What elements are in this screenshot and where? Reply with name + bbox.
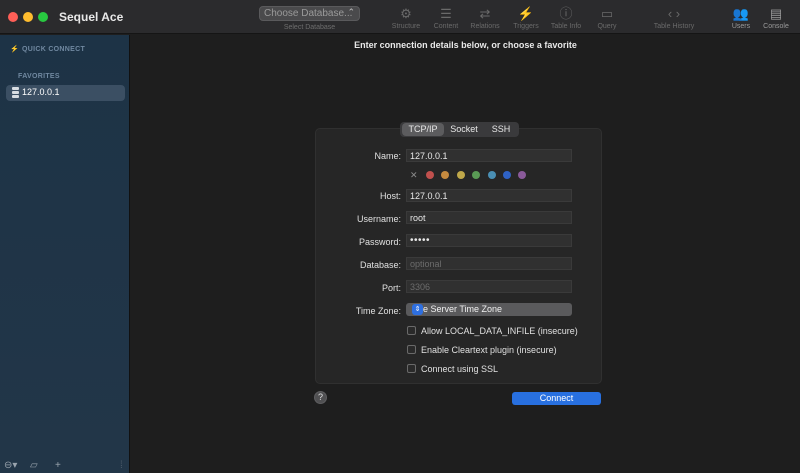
timezone-value: Use Server Time Zone: [412, 304, 503, 314]
quick-connect-label: QUICK CONNECT: [22, 46, 86, 53]
color-swatch-blue[interactable]: [503, 171, 511, 179]
color-swatch-yellow[interactable]: [457, 171, 465, 179]
toolbar-console-label: Console: [763, 23, 789, 30]
color-swatch-purple[interactable]: [518, 171, 526, 179]
history-arrows-icon: ‹ ›: [667, 6, 681, 21]
color-swatch-red[interactable]: [426, 171, 434, 179]
tab-tcp-ip[interactable]: TCP/IP: [402, 123, 444, 136]
connection-type-tabs: TCP/IP Socket SSH: [400, 122, 519, 137]
database-placeholder: optional: [410, 259, 442, 269]
bolt-icon: ⚡: [10, 46, 20, 53]
chevron-updown-icon: ⇕: [412, 304, 423, 315]
ssl-label: Connect using SSL: [421, 364, 499, 374]
toolbar-structure-label: Structure: [391, 23, 421, 30]
table-history-label: Table History: [653, 23, 695, 30]
name-value: 127.0.0.1: [410, 151, 448, 161]
database-icon: [12, 87, 19, 98]
content-icon: ☰: [440, 6, 452, 21]
favorite-item[interactable]: 127.0.0.1: [6, 85, 125, 101]
quick-connect[interactable]: ⚡ QUICK CONNECT: [10, 45, 85, 53]
zoom-window-button[interactable]: [38, 12, 48, 22]
username-label: Username:: [356, 214, 401, 224]
toolbar-relations[interactable]: ⇄ Relations: [464, 5, 506, 30]
close-window-button[interactable]: [8, 12, 18, 22]
toolbar-content-label: Content: [433, 23, 459, 30]
port-placeholder: 3306: [410, 282, 431, 292]
no-color-icon[interactable]: ✕: [410, 170, 418, 181]
cleartext-plugin-label: Enable Cleartext plugin (insecure): [421, 345, 557, 355]
connect-button[interactable]: Connect: [512, 392, 601, 405]
toolbar-console[interactable]: ▤ Console: [755, 5, 797, 30]
toolbar-relations-label: Relations: [470, 23, 500, 30]
toolbar-triggers[interactable]: ⚡ Triggers: [505, 5, 547, 30]
ssl-checkbox[interactable]: [407, 364, 416, 373]
timezone-select[interactable]: Use Server Time Zone ⇕: [406, 303, 572, 316]
color-swatch-green[interactable]: [472, 171, 480, 179]
chevron-updown-icon: ⌃: [347, 7, 355, 17]
toolbar-table-info-label: Table Info: [550, 23, 582, 30]
table-history[interactable]: ‹ › Table History: [648, 5, 700, 30]
add-favorite-icon[interactable]: +: [55, 460, 61, 471]
sidebar-bottom-bar: ⊖▾ ▱ + ⁞: [0, 458, 130, 473]
local-data-infile-label: Allow LOCAL_DATA_INFILE (insecure): [421, 326, 578, 336]
structure-icon: ⚙: [400, 6, 412, 21]
name-field[interactable]: 127.0.0.1: [406, 149, 572, 162]
page-title: Enter connection details below, or choos…: [354, 40, 577, 50]
port-label: Port:: [381, 283, 401, 293]
host-label: Host:: [379, 191, 401, 201]
toolbar-table-info[interactable]: ⓘ Table Info: [545, 5, 587, 30]
username-value: root: [410, 213, 426, 223]
gear-menu-icon[interactable]: ⊖▾: [4, 460, 17, 471]
database-select[interactable]: Choose Database... ⌃: [259, 6, 360, 21]
database-select-caption: Select Database: [283, 24, 336, 31]
new-folder-icon[interactable]: ▱: [30, 460, 38, 471]
password-field[interactable]: •••••: [406, 234, 572, 247]
cleartext-plugin-checkbox[interactable]: [407, 345, 416, 354]
password-value: •••••: [410, 235, 431, 246]
toolbar-triggers-label: Triggers: [513, 23, 539, 30]
toolbar-content[interactable]: ☰ Content: [425, 5, 467, 30]
info-icon: ⓘ: [559, 6, 573, 21]
color-swatch-orange[interactable]: [441, 171, 449, 179]
triggers-icon: ⚡: [517, 6, 535, 21]
password-label: Password:: [358, 237, 401, 247]
toolbar-structure[interactable]: ⚙ Structure: [385, 5, 427, 30]
tab-socket[interactable]: Socket: [445, 122, 483, 137]
color-swatch-teal[interactable]: [488, 171, 496, 179]
host-value: 127.0.0.1: [410, 191, 448, 201]
favorites-heading: FAVORITES: [18, 73, 60, 80]
app-title: Sequel Ace: [59, 10, 124, 24]
port-field[interactable]: 3306: [406, 280, 572, 293]
tab-ssh[interactable]: SSH: [483, 122, 519, 137]
minimize-window-button[interactable]: [23, 12, 33, 22]
relations-icon: ⇄: [479, 6, 491, 21]
sidebar: ⚡ QUICK CONNECT FAVORITES 127.0.0.1 ⊖▾ ▱ …: [0, 35, 130, 473]
database-label: Database:: [359, 260, 401, 270]
timezone-label: Time Zone:: [355, 306, 401, 316]
title-bar: Sequel Ace Choose Database... ⌃ Select D…: [0, 0, 800, 34]
name-label: Name:: [374, 151, 401, 161]
database-field[interactable]: optional: [406, 257, 572, 270]
database-select-value: Choose Database...: [264, 8, 353, 19]
favorite-item-label: 127.0.0.1: [22, 87, 60, 97]
toolbar-query[interactable]: ▭ Query: [586, 5, 628, 30]
host-field[interactable]: 127.0.0.1: [406, 189, 572, 202]
toolbar-query-label: Query: [597, 23, 617, 30]
console-icon: ▤: [769, 6, 783, 21]
local-data-infile-checkbox[interactable]: [407, 326, 416, 335]
username-field[interactable]: root: [406, 211, 572, 224]
query-icon: ▭: [600, 6, 614, 21]
resize-handle-icon[interactable]: ⁞: [120, 460, 123, 471]
help-button[interactable]: ?: [314, 391, 327, 404]
